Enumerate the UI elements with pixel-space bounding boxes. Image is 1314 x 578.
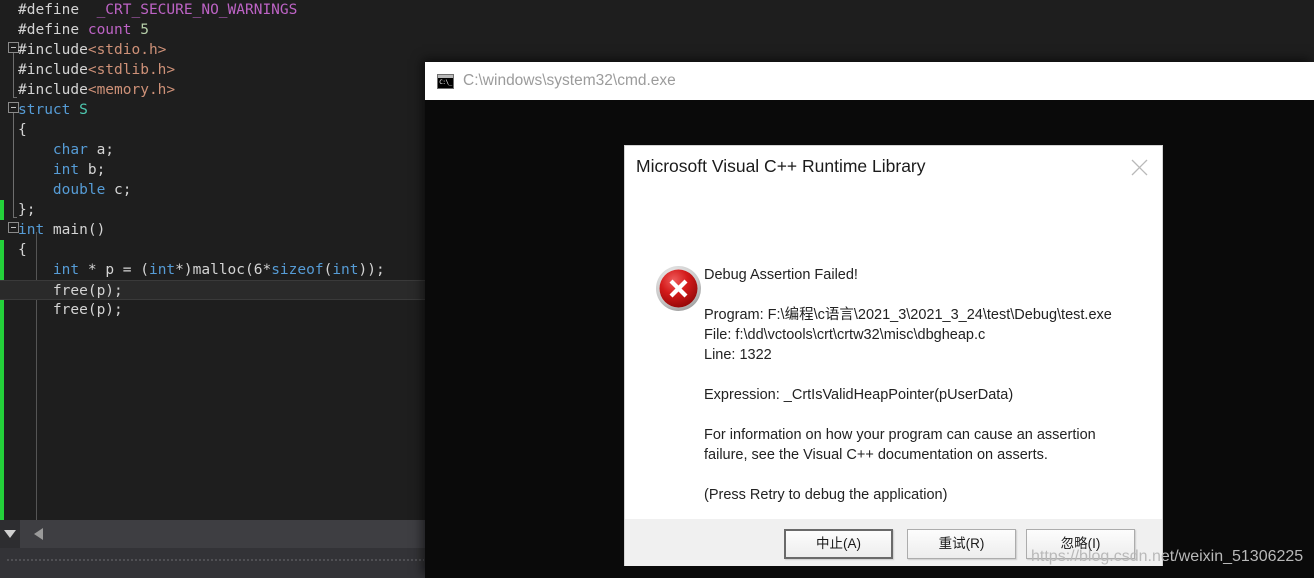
code-line[interactable]: #include<stdio.h> bbox=[0, 40, 430, 60]
splitter-grip[interactable] bbox=[6, 558, 424, 562]
abort-button[interactable]: 中止(A) bbox=[784, 529, 893, 559]
scroll-left-arrow-icon[interactable] bbox=[34, 528, 43, 540]
code-token: int bbox=[52, 162, 80, 178]
close-icon[interactable] bbox=[1116, 146, 1162, 186]
code-token: { bbox=[18, 242, 27, 258]
dialog-title-bar[interactable]: Microsoft Visual C++ Runtime Library bbox=[625, 146, 1162, 192]
error-icon bbox=[655, 265, 702, 312]
code-token: *)malloc(6* bbox=[175, 262, 272, 278]
code-line[interactable]: { bbox=[0, 240, 430, 260]
dialog-hint: (Press Retry to debug the application) bbox=[704, 487, 948, 503]
code-token: <stdlib.h> bbox=[87, 62, 176, 78]
code-token: int bbox=[148, 262, 176, 278]
dialog-detail-line: Line: 1322 bbox=[704, 347, 772, 363]
code-token: sizeof bbox=[271, 262, 324, 278]
code-token: <memory.h> bbox=[87, 82, 176, 98]
code-line[interactable]: int main() bbox=[0, 220, 430, 240]
code-text[interactable]: #define _CRT_SECURE_NO_WARNINGS #define c… bbox=[0, 0, 430, 520]
code-token: 5 bbox=[140, 22, 149, 38]
code-token: )); bbox=[358, 262, 385, 278]
code-token: free(p); bbox=[18, 302, 123, 318]
console-title-text: C:\windows\system32\cmd.exe bbox=[463, 72, 676, 89]
dialog-content: Debug Assertion Failed! Program: F:\编程\c… bbox=[625, 192, 1162, 519]
dialog-headline: Debug Assertion Failed! bbox=[704, 267, 858, 283]
scrollbar-dropdown-button[interactable] bbox=[0, 520, 20, 548]
code-token: b; bbox=[79, 162, 106, 178]
dialog-info-line: For information on how your program can … bbox=[704, 427, 1096, 443]
code-token: int bbox=[18, 222, 45, 238]
code-line[interactable]: free(p); bbox=[0, 300, 430, 320]
console-title-bar[interactable]: C:\windows\system32\cmd.exe bbox=[425, 62, 1314, 100]
code-token: double bbox=[52, 182, 106, 198]
code-line[interactable]: #include<stdlib.h> bbox=[0, 60, 430, 80]
code-token: * p = ( bbox=[79, 262, 149, 278]
ignore-button[interactable]: 忽略(I) bbox=[1026, 529, 1135, 559]
code-line[interactable]: #define _CRT_SECURE_NO_WARNINGS bbox=[0, 0, 430, 20]
console-icon bbox=[437, 73, 454, 89]
dialog-info-line: failure, see the Visual C++ documentatio… bbox=[704, 447, 1048, 463]
code-token: { bbox=[18, 122, 27, 138]
dialog-expression: Expression: _CrtIsValidHeapPointer(pUser… bbox=[704, 387, 1014, 403]
code-token: c; bbox=[105, 182, 132, 198]
editor-surface[interactable]: #define _CRT_SECURE_NO_WARNINGS #define c… bbox=[0, 0, 430, 520]
code-line[interactable]: free(p); bbox=[0, 280, 430, 300]
editor-bottom-strip bbox=[0, 548, 430, 578]
code-token: main() bbox=[44, 222, 106, 238]
code-token: free(p); bbox=[18, 283, 123, 299]
code-line[interactable]: double c; bbox=[0, 180, 430, 200]
code-token: #include bbox=[18, 82, 88, 98]
code-token: char bbox=[52, 142, 88, 158]
dialog-button-bar: 中止(A) 重试(R) 忽略(I) bbox=[625, 519, 1162, 566]
code-line[interactable]: #include<memory.h> bbox=[0, 80, 430, 100]
code-editor-pane[interactable]: #define _CRT_SECURE_NO_WARNINGS #define c… bbox=[0, 0, 430, 578]
code-line[interactable]: char a; bbox=[0, 140, 430, 160]
code-token: int bbox=[52, 262, 80, 278]
code-line[interactable]: int * p = (int*)malloc(6*sizeof(int)); bbox=[0, 260, 430, 280]
code-token: #define bbox=[18, 22, 80, 38]
dialog-info-lines: For information on how your program can … bbox=[704, 425, 1144, 465]
retry-button[interactable]: 重试(R) bbox=[907, 529, 1016, 559]
code-token: count bbox=[87, 22, 132, 38]
runtime-library-dialog[interactable]: Microsoft Visual C++ Runtime Library Deb… bbox=[625, 146, 1162, 566]
code-token: int bbox=[332, 262, 359, 278]
dialog-detail-line: File: f:\dd\vctools\crt\crtw32\misc\dbgh… bbox=[704, 327, 986, 343]
code-token: a; bbox=[87, 142, 115, 158]
code-token: _CRT_SECURE_NO_WARNINGS bbox=[96, 2, 298, 18]
code-token: }; bbox=[18, 202, 36, 218]
code-token: #define bbox=[18, 2, 80, 18]
code-line[interactable]: { bbox=[0, 120, 430, 140]
code-line[interactable]: int b; bbox=[0, 160, 430, 180]
dialog-detail-lines: Program: F:\编程\c语言\2021_3\2021_3_24\test… bbox=[704, 305, 1144, 365]
dialog-message-block: Debug Assertion Failed! Program: F:\编程\c… bbox=[704, 265, 1144, 525]
code-line[interactable]: }; bbox=[0, 200, 430, 220]
code-token: struct bbox=[18, 102, 71, 118]
horizontal-scrollbar[interactable] bbox=[0, 520, 430, 548]
dialog-title-text: Microsoft Visual C++ Runtime Library bbox=[636, 156, 926, 176]
code-token: #include bbox=[18, 62, 88, 78]
code-line[interactable]: #define count 5 bbox=[0, 20, 430, 40]
code-token: S bbox=[79, 102, 88, 118]
dialog-detail-line: Program: F:\编程\c语言\2021_3\2021_3_24\test… bbox=[704, 307, 1112, 323]
code-line[interactable]: struct S bbox=[0, 100, 430, 120]
code-token: <stdio.h> bbox=[87, 42, 167, 58]
code-token: #include bbox=[18, 42, 88, 58]
